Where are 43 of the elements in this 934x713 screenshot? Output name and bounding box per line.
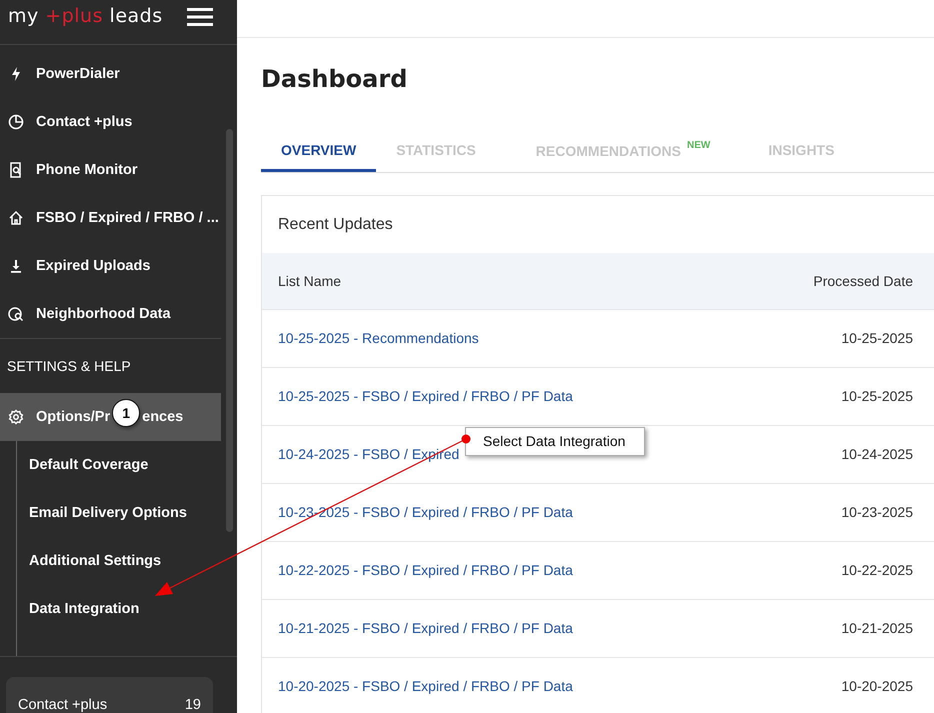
nav-item[interactable]: Neighborhood Data xyxy=(0,290,221,338)
logo: my +plus leads xyxy=(8,5,163,27)
footer-count: 19 xyxy=(184,697,201,713)
pie-chart-icon xyxy=(8,114,24,130)
table-cell: 10-25-2025 xyxy=(841,388,913,404)
submenu-item[interactable]: Data Integration xyxy=(17,585,221,633)
callout-label: Select Data Integration xyxy=(465,427,645,456)
table-cell: 10-23-2025 xyxy=(841,504,913,520)
table-cell: 10-21-2025 xyxy=(841,620,913,636)
list-link[interactable]: 10-25-2025 - Recommendations xyxy=(278,330,479,346)
footer-card[interactable]: Contact +plus 19 xyxy=(6,677,213,713)
home-icon xyxy=(8,210,24,226)
menu-icon[interactable] xyxy=(187,8,213,26)
nav-item[interactable]: PowerDialer xyxy=(0,50,221,98)
nav-item[interactable]: Contact +plus xyxy=(0,98,221,146)
tab[interactable]: OVERVIEW xyxy=(261,131,376,172)
phone-search-icon xyxy=(8,162,24,178)
globe-search-icon xyxy=(8,306,24,322)
list-link[interactable]: 10-25-2025 - FSBO / Expired / FRBO / PF Data xyxy=(278,388,573,404)
list-link[interactable]: 10-20-2025 - FSBO / Expired / FRBO / PF Data xyxy=(278,678,573,694)
submenu-item[interactable]: Email Delivery Options xyxy=(17,489,221,537)
submenu-item[interactable]: Additional Settings xyxy=(17,537,221,585)
scrollbar[interactable] xyxy=(226,129,233,532)
table-cell: 10-22-2025 xyxy=(841,562,913,578)
nav-item[interactable]: FSBO / Expired / FRBO / ... xyxy=(0,194,221,242)
column-header: Processed Date xyxy=(745,253,934,309)
list-link[interactable]: 10-21-2025 - FSBO / Expired / FRBO / PF Data xyxy=(278,620,573,636)
column-header: List Name xyxy=(262,253,746,309)
submenu-item[interactable]: Default Coverage xyxy=(17,441,221,489)
page-title: Dashboard xyxy=(261,65,408,93)
table-cell: 10-20-2025 xyxy=(841,678,913,694)
download-icon xyxy=(8,258,24,274)
nav-item[interactable]: Phone Monitor xyxy=(0,146,221,194)
card-title: Recent Updates xyxy=(277,214,394,234)
nav-item[interactable]: Expired Uploads xyxy=(0,242,221,290)
nav-item[interactable]: Options/Pr 1 ences xyxy=(0,393,221,441)
footer-label: Contact +plus xyxy=(18,697,108,713)
table-cell: 10-24-2025 xyxy=(841,446,913,462)
step-number: 1 xyxy=(112,399,140,427)
list-link[interactable]: 10-22-2025 - FSBO / Expired / FRBO / PF Data xyxy=(278,562,573,578)
settings-icon xyxy=(8,409,24,425)
table-cell: 10-25-2025 xyxy=(841,330,913,346)
section-title: SETTINGS & HELP xyxy=(6,357,132,376)
